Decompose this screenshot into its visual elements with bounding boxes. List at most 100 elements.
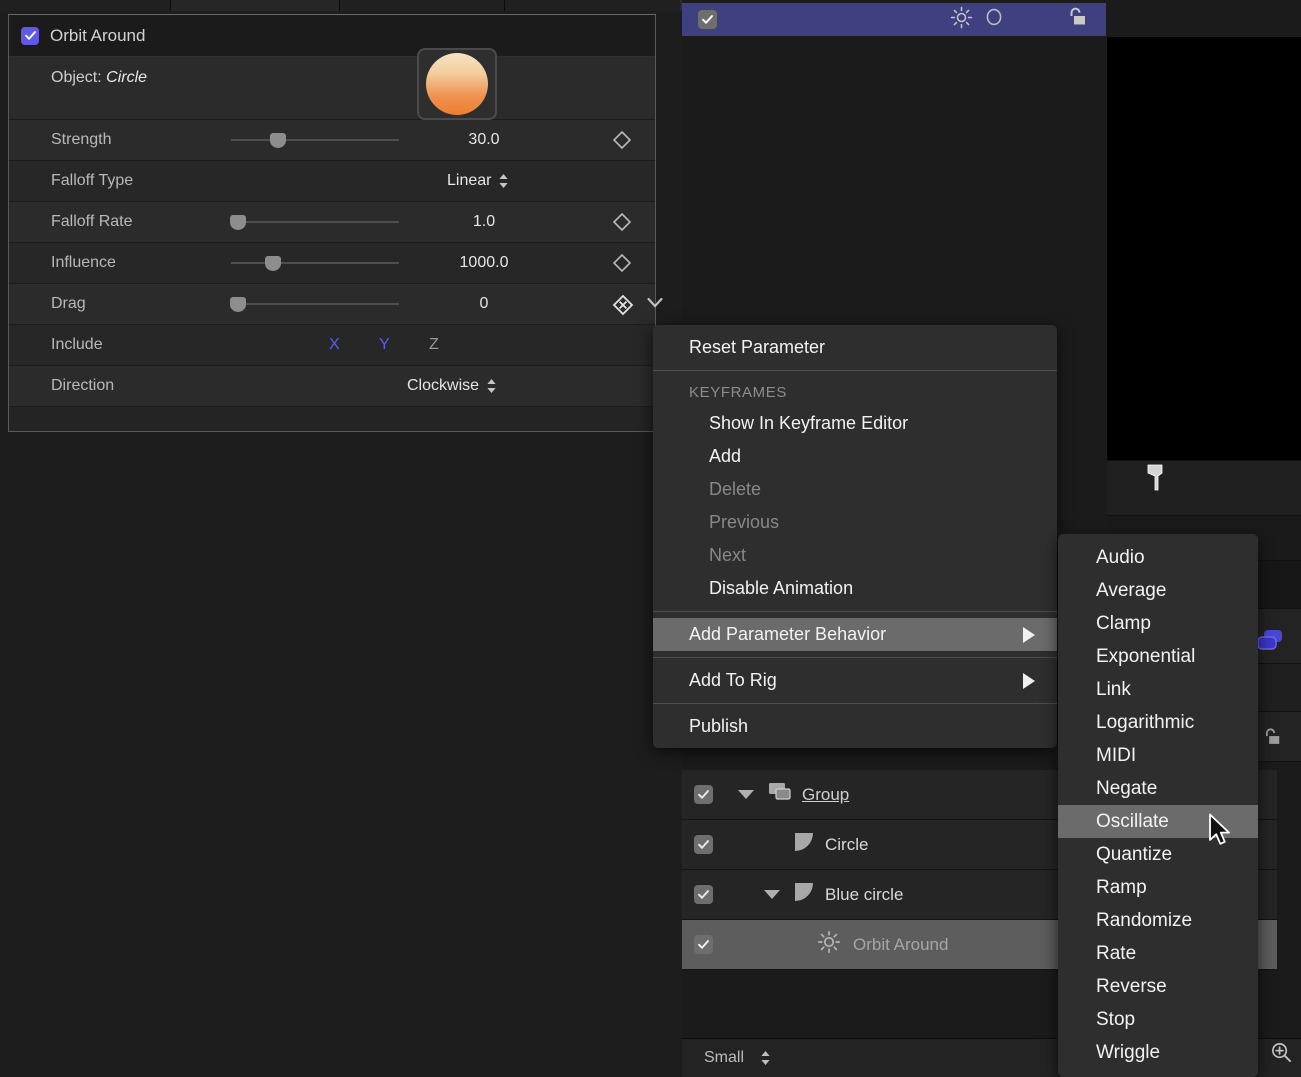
submenu-item-average[interactable]: Average bbox=[1058, 574, 1258, 607]
submenu-item-randomize[interactable]: Randomize bbox=[1058, 904, 1258, 937]
submenu-item-reverse[interactable]: Reverse bbox=[1058, 970, 1258, 1003]
animation-menu-chevron-icon[interactable] bbox=[647, 295, 663, 312]
row-size-selector[interactable]: Small bbox=[704, 1049, 771, 1067]
inspector-panel: Orbit Around Object: Circle Strength 30.… bbox=[8, 14, 656, 432]
submenu-item-audio[interactable]: Audio bbox=[1058, 541, 1258, 574]
submenu-item-midi[interactable]: MIDI bbox=[1058, 739, 1258, 772]
menu-item-label: Add To Rig bbox=[689, 670, 777, 691]
selected-header-row[interactable] bbox=[682, 3, 1106, 36]
popup-direction[interactable]: Clockwise bbox=[407, 377, 497, 395]
menu-separator bbox=[653, 370, 1057, 371]
check-icon bbox=[24, 29, 37, 42]
axis-toggle-y[interactable]: Y bbox=[379, 336, 390, 354]
param-row-strength: Strength 30.0 bbox=[9, 120, 655, 161]
param-label-direction: Direction bbox=[51, 377, 114, 395]
slider-track bbox=[231, 139, 399, 141]
axis-toggle-z[interactable]: Z bbox=[429, 336, 439, 354]
menu-separator bbox=[653, 611, 1057, 612]
slider-influence[interactable] bbox=[231, 256, 399, 270]
header-row-checkbox[interactable] bbox=[698, 10, 717, 29]
menu-header-keyframes: KEYFRAMES bbox=[653, 377, 1057, 407]
param-label-falloff-type: Falloff Type bbox=[51, 172, 133, 190]
tab-3[interactable] bbox=[340, 0, 504, 11]
menu-item-show-in-keyframe-editor[interactable]: Show In Keyframe Editor bbox=[653, 407, 1057, 440]
diamond-icon bbox=[612, 212, 632, 232]
layer-checkbox[interactable] bbox=[694, 835, 713, 854]
layer-checkbox[interactable] bbox=[694, 885, 713, 904]
zoom-in-icon[interactable] bbox=[1270, 1041, 1293, 1069]
popup-falloff-type[interactable]: Linear bbox=[447, 172, 509, 190]
tab-4[interactable] bbox=[505, 0, 680, 11]
slider-knob[interactable] bbox=[270, 133, 286, 148]
slider-knob[interactable] bbox=[230, 297, 246, 312]
layer-name: Circle bbox=[825, 835, 868, 855]
tab-1[interactable] bbox=[0, 0, 170, 11]
timeline-canvas bbox=[1107, 37, 1301, 460]
check-icon bbox=[697, 788, 710, 801]
disclosure-triangle-icon[interactable] bbox=[764, 890, 780, 899]
menu-item-add-to-rig[interactable]: Add To Rig bbox=[653, 664, 1057, 697]
menu-item-add-parameter-behavior[interactable]: Add Parameter Behavior bbox=[653, 618, 1057, 651]
menu-item-publish[interactable]: Publish bbox=[653, 710, 1057, 743]
group-icon-blue bbox=[1256, 628, 1286, 659]
keyframe-diamond-falloff-rate[interactable] bbox=[612, 212, 632, 232]
param-value-falloff-rate[interactable]: 1.0 bbox=[409, 213, 559, 231]
param-value-strength[interactable]: 30.0 bbox=[409, 131, 559, 149]
menu-separator bbox=[653, 657, 1057, 658]
slider-falloff-rate[interactable] bbox=[231, 215, 399, 229]
slider-drag[interactable] bbox=[231, 297, 399, 311]
playhead-marker-icon[interactable] bbox=[1145, 464, 1165, 497]
circle-icon[interactable] bbox=[985, 7, 1003, 32]
submenu-item-negate[interactable]: Negate bbox=[1058, 772, 1258, 805]
layer-checkbox[interactable] bbox=[694, 785, 713, 804]
slider-knob[interactable] bbox=[265, 256, 281, 271]
submenu-item-exponential[interactable]: Exponential bbox=[1058, 640, 1258, 673]
param-value-drag[interactable]: 0 bbox=[409, 295, 559, 313]
submenu-item-link[interactable]: Link bbox=[1058, 673, 1258, 706]
layer-name: Blue circle bbox=[825, 885, 903, 905]
layer-name: Group bbox=[802, 785, 849, 805]
gear-icon[interactable] bbox=[950, 6, 973, 34]
menu-item-add[interactable]: Add bbox=[653, 440, 1057, 473]
keyframe-diamond-drag-active[interactable] bbox=[612, 294, 632, 314]
submenu-item-oscillate[interactable]: Oscillate bbox=[1058, 805, 1258, 838]
slider-strength[interactable] bbox=[231, 133, 399, 147]
inspector-header: Orbit Around bbox=[9, 15, 655, 57]
lock-open-icon[interactable] bbox=[1063, 5, 1089, 34]
diamond-active-icon bbox=[612, 294, 634, 316]
submenu-item-rate[interactable]: Rate bbox=[1058, 937, 1258, 970]
layer-name: Orbit Around bbox=[853, 935, 948, 955]
check-icon bbox=[697, 888, 710, 901]
object-thumbnail[interactable] bbox=[417, 48, 497, 120]
submenu-arrow-icon bbox=[1023, 627, 1035, 643]
behavior-title: Orbit Around bbox=[50, 26, 145, 46]
circle-preview-icon bbox=[426, 53, 488, 115]
chevron-updown-icon bbox=[760, 1050, 771, 1066]
submenu-item-wriggle[interactable]: Wriggle bbox=[1058, 1036, 1258, 1069]
slider-knob[interactable] bbox=[230, 215, 246, 230]
keyframe-diamond-strength[interactable] bbox=[612, 130, 632, 150]
menu-item-disable-animation[interactable]: Disable Animation bbox=[653, 572, 1057, 605]
orbit-around-enable-checkbox[interactable] bbox=[21, 27, 39, 45]
axis-toggle-x[interactable]: X bbox=[329, 336, 340, 354]
menu-item-reset-parameter[interactable]: Reset Parameter bbox=[653, 331, 1057, 364]
param-label-drag: Drag bbox=[51, 295, 86, 313]
submenu-item-logarithmic[interactable]: Logarithmic bbox=[1058, 706, 1258, 739]
disclosure-triangle-icon[interactable] bbox=[738, 790, 754, 799]
keyframe-diamond-influence[interactable] bbox=[612, 253, 632, 273]
submenu-item-quantize[interactable]: Quantize bbox=[1058, 838, 1258, 871]
param-label-falloff-rate: Falloff Rate bbox=[51, 213, 133, 231]
menu-item-previous: Previous bbox=[653, 506, 1057, 539]
submenu-item-clamp[interactable]: Clamp bbox=[1058, 607, 1258, 640]
param-row-falloff-rate: Falloff Rate 1.0 bbox=[9, 202, 655, 243]
param-value-influence[interactable]: 1000.0 bbox=[409, 254, 559, 272]
chevron-updown-icon bbox=[486, 378, 497, 394]
submenu-item-ramp[interactable]: Ramp bbox=[1058, 871, 1258, 904]
param-row-direction: Direction Clockwise bbox=[9, 366, 655, 407]
tab-2[interactable] bbox=[171, 0, 339, 11]
param-row-drag: Drag 0 bbox=[9, 284, 655, 325]
object-label-text: Object: bbox=[51, 69, 102, 86]
layer-checkbox[interactable] bbox=[694, 935, 713, 954]
slider-track bbox=[231, 221, 399, 223]
submenu-item-stop[interactable]: Stop bbox=[1058, 1003, 1258, 1036]
